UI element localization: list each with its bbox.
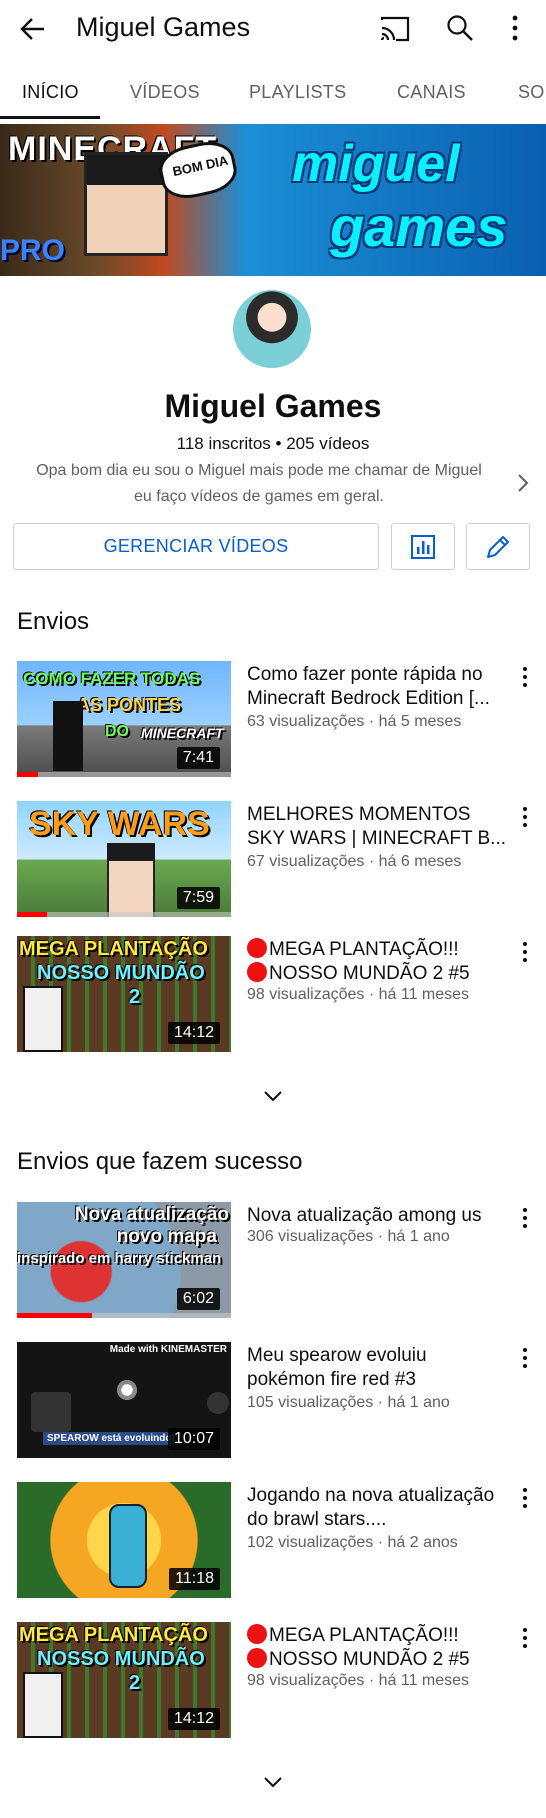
edit-pencil-icon: [487, 535, 509, 558]
video-thumbnail[interactable]: SKY WARS 7:59: [17, 801, 231, 917]
video-meta: 105 visualizações · há 1 ano: [247, 1394, 450, 1411]
video-thumbnail[interactable]: Nova atualização novo mapa inspirado em …: [17, 1202, 231, 1318]
video-item[interactable]: 11:18 Jogando na nova atualização do bra…: [0, 1482, 546, 1602]
video-thumbnail[interactable]: 11:18: [17, 1482, 231, 1598]
video-meta: 102 visualizações · há 2 anos: [247, 1534, 458, 1551]
channel-banner: MINECRAFT BOM DIA PRO miguel games: [0, 124, 546, 276]
video-item[interactable]: MEGA PLANTAÇÃO NOSSO MUNDÃO 2 14:12 MEGA…: [0, 1622, 546, 1742]
video-thumbnail[interactable]: MEGA PLANTAÇÃO NOSSO MUNDÃO 2 14:12: [17, 936, 231, 1052]
chevron-right-icon[interactable]: [516, 472, 530, 494]
video-more-icon[interactable]: [520, 665, 530, 689]
tab-canais[interactable]: CANAIS: [397, 82, 466, 103]
video-title[interactable]: Meu spearow evoluiu pokémon fire red #3: [247, 1344, 507, 1392]
video-duration: 7:59: [176, 887, 220, 909]
banner-character: [84, 152, 168, 256]
banner-pro-text: PRO: [0, 234, 66, 267]
video-title[interactable]: MELHORES MOMENTOS SKY WARS | MINECRAFT B…: [247, 803, 507, 851]
video-thumbnail[interactable]: MEGA PLANTAÇÃO NOSSO MUNDÃO 2 14:12: [17, 1622, 231, 1738]
section-title-popular: Envios que fazem sucesso: [17, 1148, 303, 1175]
video-more-icon[interactable]: [520, 1206, 530, 1230]
video-more-icon[interactable]: [520, 1626, 530, 1650]
video-duration: 14:12: [167, 1708, 220, 1730]
watch-progress-bar: [17, 1313, 92, 1318]
channel-stats: 118 inscritos • 205 vídeos: [176, 434, 370, 453]
watch-progress-bar: [17, 772, 39, 777]
video-meta: 306 visualizações · há 1 ano: [247, 1228, 450, 1245]
video-meta: 63 visualizações · há 5 meses: [247, 713, 462, 730]
search-icon[interactable]: [446, 14, 474, 42]
video-title[interactable]: Jogando na nova atualização do brawl sta…: [247, 1484, 507, 1532]
video-item[interactable]: MEGA PLANTAÇÃO NOSSO MUNDÃO 2 14:12 MEGA…: [0, 936, 546, 1056]
video-more-icon[interactable]: [520, 940, 530, 964]
red-circle-emoji: [247, 938, 267, 958]
banner-word-miguel: miguel: [292, 135, 460, 193]
tab-inicio[interactable]: INÍCIO: [22, 82, 79, 103]
channel-tabs: INÍCIO VÍDEOS PLAYLISTS CANAIS SOBRE: [0, 66, 546, 120]
chevron-down-icon[interactable]: [260, 1088, 286, 1104]
app-bar: Miguel Games: [0, 0, 546, 58]
video-title[interactable]: MEGA PLANTAÇÃO!!! NOSSO MUNDÃO 2 #5: [247, 1624, 507, 1672]
video-thumbnail[interactable]: COMO FAZER TODAS AS PONTES DO MINECRAFT …: [17, 661, 231, 777]
video-item[interactable]: Nova atualização novo mapa inspirado em …: [0, 1202, 546, 1322]
video-meta: 98 visualizações · há 11 meses: [247, 986, 470, 1003]
video-duration: 10:07: [167, 1428, 220, 1450]
chevron-down-icon[interactable]: [260, 1774, 286, 1790]
video-item[interactable]: COMO FAZER TODAS AS PONTES DO MINECRAFT …: [0, 661, 546, 781]
video-more-icon[interactable]: [520, 1346, 530, 1370]
channel-description[interactable]: Opa bom dia eu sou o Miguel mais pode me…: [34, 458, 484, 510]
tab-sobre[interactable]: SOBRE: [518, 82, 546, 103]
video-item[interactable]: Made with KINEMASTER SPEAROW está evolui…: [0, 1342, 546, 1462]
video-duration: 7:41: [176, 747, 220, 769]
analytics-button[interactable]: [391, 523, 455, 570]
more-vert-icon[interactable]: [508, 14, 522, 42]
video-more-icon[interactable]: [520, 805, 530, 829]
video-title[interactable]: Como fazer ponte rápida no Minecraft Bed…: [247, 663, 507, 711]
watch-progress-bar: [17, 912, 47, 917]
channel-title: Miguel Games: [76, 12, 251, 42]
video-item[interactable]: SKY WARS 7:59 MELHORES MOMENTOS SKY WARS…: [0, 801, 546, 921]
channel-name: Miguel Games: [164, 388, 382, 424]
tab-videos[interactable]: VÍDEOS: [130, 82, 200, 103]
video-duration: 11:18: [169, 1568, 220, 1590]
analytics-icon: [411, 534, 435, 559]
video-more-icon[interactable]: [520, 1486, 530, 1510]
video-duration: 14:12: [167, 1022, 220, 1044]
tab-playlists[interactable]: PLAYLISTS: [249, 82, 346, 103]
banner-word-games: games: [330, 195, 508, 258]
red-circle-emoji: [247, 1624, 267, 1644]
red-circle-emoji: [247, 962, 267, 982]
video-duration: 6:02: [176, 1288, 220, 1310]
active-tab-indicator: [0, 116, 100, 119]
cast-icon[interactable]: [380, 16, 410, 42]
edit-channel-button[interactable]: [466, 523, 530, 570]
section-title-uploads: Envios: [17, 608, 90, 635]
channel-avatar[interactable]: [233, 290, 311, 368]
manage-videos-button[interactable]: GERENCIAR VÍDEOS: [13, 523, 379, 570]
back-arrow-icon[interactable]: [18, 14, 48, 44]
video-thumbnail[interactable]: Made with KINEMASTER SPEAROW está evolui…: [17, 1342, 231, 1458]
video-title[interactable]: MEGA PLANTAÇÃO!!! NOSSO MUNDÃO 2 #5: [247, 938, 507, 986]
video-meta: 98 visualizações · há 11 meses: [247, 1672, 470, 1689]
video-meta: 67 visualizações · há 6 meses: [247, 853, 462, 870]
video-title[interactable]: Nova atualização among us: [247, 1204, 507, 1228]
red-circle-emoji: [247, 1648, 267, 1668]
